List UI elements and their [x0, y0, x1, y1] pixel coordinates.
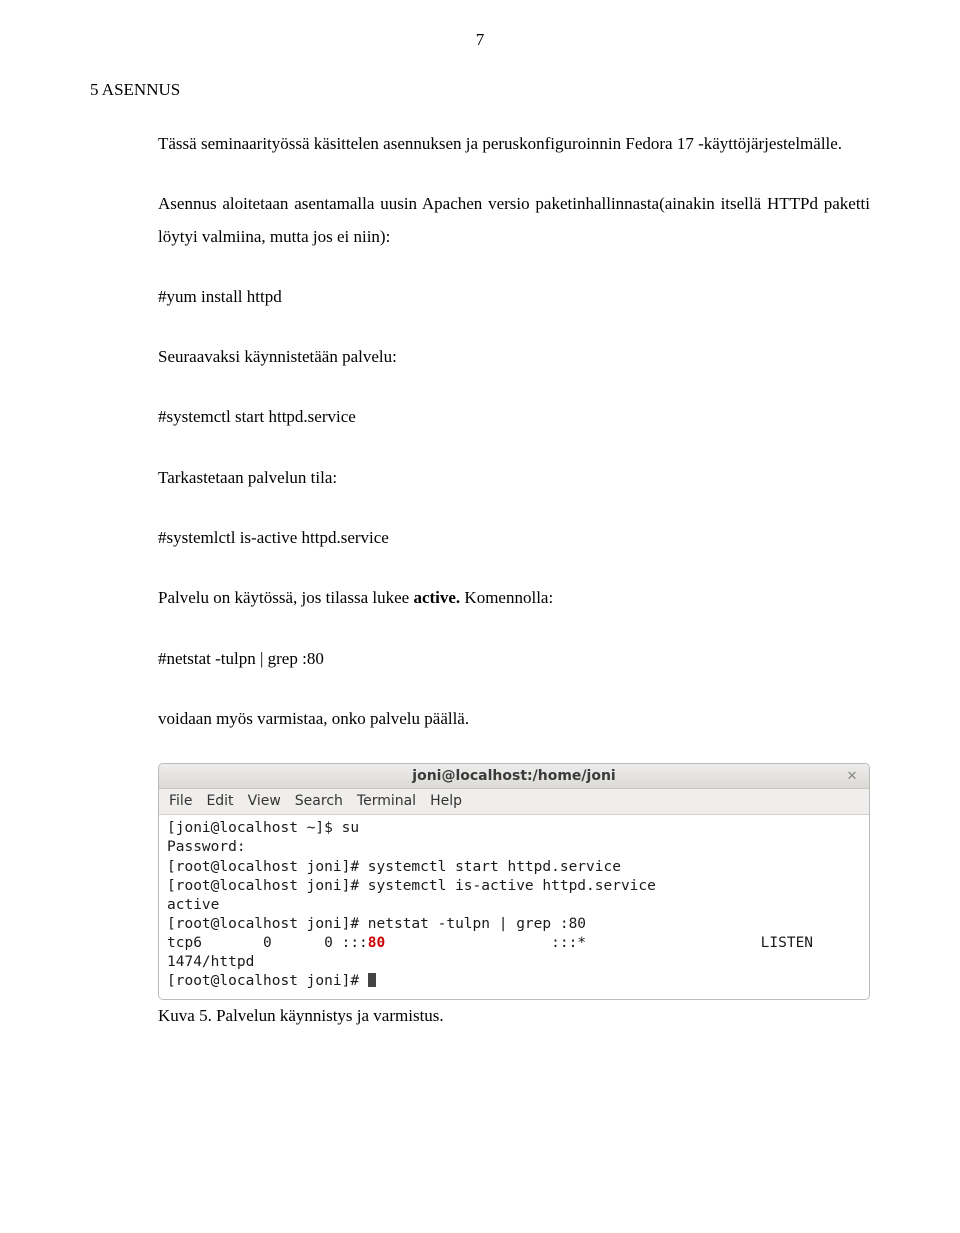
- terminal-line: [root@localhost joni]# systemctl start h…: [167, 859, 621, 875]
- terminal-netstat-port: 80: [368, 935, 385, 951]
- figure-caption: Kuva 5. Palvelun käynnistys ja varmistus…: [158, 1006, 870, 1026]
- verify-paragraph: voidaan myös varmistaa, onko palvelu pää…: [158, 703, 870, 735]
- check-paragraph: Tarkastetaan palvelun tila:: [158, 462, 870, 494]
- menu-file[interactable]: File: [169, 793, 192, 809]
- terminal-line: [joni@localhost ~]$ su: [167, 820, 359, 836]
- terminal-menubar: File Edit View Search Terminal Help: [159, 789, 869, 815]
- terminal-cursor-icon: [368, 973, 376, 987]
- terminal-last-prompt: [root@localhost joni]#: [167, 973, 368, 989]
- status-paragraph: Palvelu on käytössä, jos tilassa lukee a…: [158, 582, 870, 614]
- menu-help[interactable]: Help: [430, 793, 462, 809]
- terminal-line: [root@localhost joni]# netstat -tulpn | …: [167, 916, 586, 932]
- intro-paragraph: Tässä seminaarityössä käsittelen asennuk…: [158, 128, 870, 160]
- terminal-titlebar: joni@localhost:/home/joni ✕: [159, 764, 869, 789]
- status-text-pre: Palvelu on käytössä, jos tilassa lukee: [158, 588, 413, 607]
- section-heading: 5 ASENNUS: [90, 80, 870, 100]
- systemctl-isactive-command: #systemlctl is-active httpd.service: [158, 522, 870, 554]
- terminal-title: joni@localhost:/home/joni: [185, 768, 843, 784]
- terminal-netstat-pid: 1474/httpd: [167, 954, 254, 970]
- terminal-line: Password:: [167, 839, 246, 855]
- page: 7 5 ASENNUS Tässä seminaarityössä käsitt…: [0, 0, 960, 1233]
- terminal-window: joni@localhost:/home/joni ✕ File Edit Vi…: [158, 763, 870, 1000]
- terminal-netstat-left: tcp6 0 0 :::: [167, 935, 368, 951]
- menu-edit[interactable]: Edit: [206, 793, 233, 809]
- terminal-netstat-mid: :::* LISTEN: [385, 935, 856, 951]
- close-icon[interactable]: ✕: [843, 767, 861, 785]
- page-number: 7: [90, 30, 870, 50]
- yum-command: #yum install httpd: [158, 281, 870, 313]
- terminal-line: [root@localhost joni]# systemctl is-acti…: [167, 878, 656, 894]
- install-intro-paragraph: Asennus aloitetaan asentamalla uusin Apa…: [158, 188, 870, 253]
- menu-search[interactable]: Search: [295, 793, 343, 809]
- start-paragraph: Seuraavaksi käynnistetään palvelu:: [158, 341, 870, 373]
- menu-terminal[interactable]: Terminal: [357, 793, 416, 809]
- menu-view[interactable]: View: [248, 793, 281, 809]
- status-text-post: Komennolla:: [460, 588, 553, 607]
- status-text-bold: active.: [413, 588, 460, 607]
- netstat-command: #netstat -tulpn | grep :80: [158, 643, 870, 675]
- terminal-body[interactable]: [joni@localhost ~]$ su Password: [root@l…: [159, 815, 869, 999]
- systemctl-start-command: #systemctl start httpd.service: [158, 401, 870, 433]
- terminal-line: active: [167, 897, 219, 913]
